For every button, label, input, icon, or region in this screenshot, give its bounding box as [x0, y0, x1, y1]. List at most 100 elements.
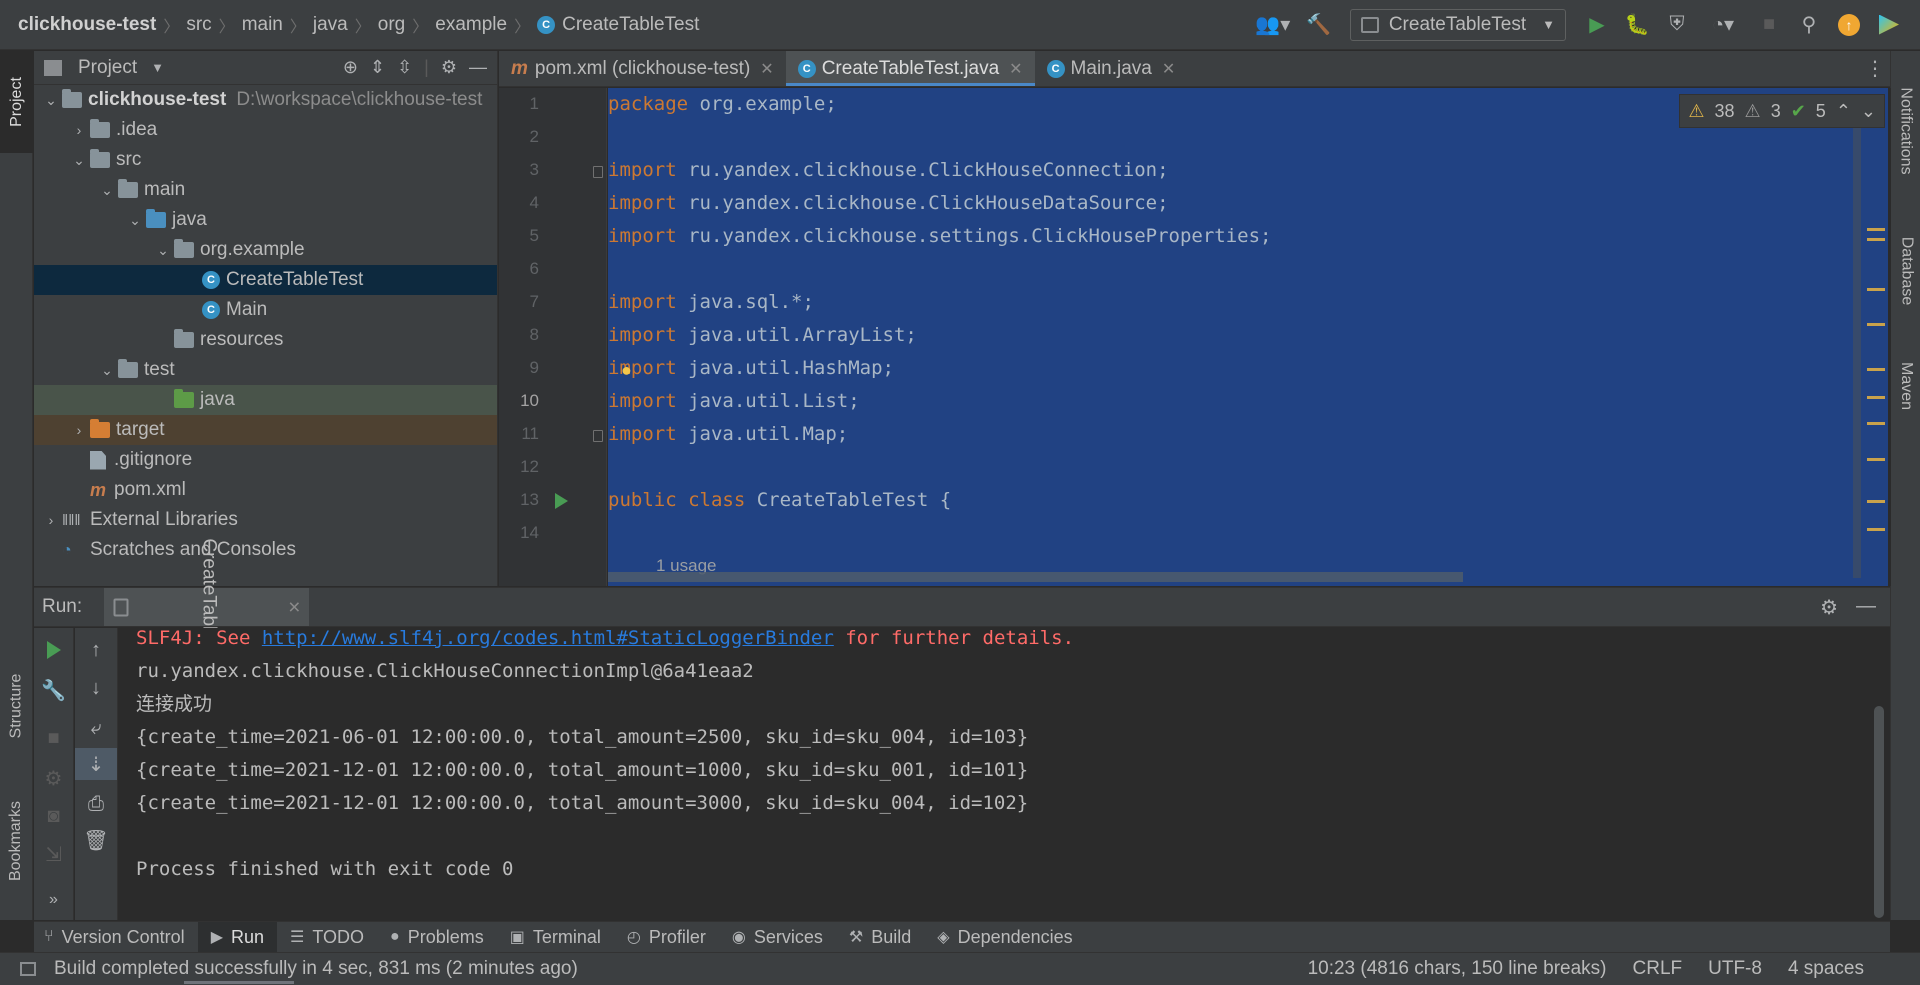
chevron-down-icon[interactable]: ⌄ [68, 152, 90, 169]
run-gutter-icon[interactable] [555, 493, 568, 509]
stop-icon[interactable]: ■ [1752, 8, 1786, 42]
tree-item-java-test[interactable]: java [34, 385, 497, 415]
run-icon[interactable]: ▶ [1580, 8, 1614, 42]
tree-item-createtabletest[interactable]: C CreateTableTest [34, 265, 497, 295]
fold-icon[interactable] [593, 166, 603, 178]
tool-window-database-tab[interactable]: Database [1891, 216, 1920, 326]
chevron-right-icon[interactable]: › [68, 422, 90, 438]
tool-windows-toggle-icon[interactable] [20, 962, 36, 976]
horizontal-scrollbar[interactable] [608, 572, 1463, 582]
tree-item-scratches[interactable]: ◔ Scratches and Consoles [34, 535, 497, 565]
tree-item-target[interactable]: › target [34, 415, 497, 445]
profile-icon[interactable]: ◔▾ [1700, 8, 1746, 42]
hide-icon[interactable]: — [1856, 595, 1876, 620]
expand-all-icon[interactable]: ⇕ [370, 57, 385, 78]
chevron-down-icon[interactable]: ⌄ [124, 212, 146, 229]
vcs-user-icon[interactable]: 👥▾ [1250, 8, 1296, 42]
debug-settings-icon[interactable]: ⚙ [34, 762, 73, 794]
tool-tab-problems[interactable]: ● Problems [377, 922, 497, 952]
chevron-down-icon[interactable]: ⌄ [96, 362, 118, 379]
breadcrumb-item-class[interactable]: C CreateTableTest [537, 14, 699, 36]
chevron-down-icon[interactable]: ⌄ [40, 92, 62, 109]
stripe-mark[interactable] [1867, 238, 1885, 241]
stripe-mark[interactable] [1867, 368, 1885, 371]
close-icon[interactable]: ✕ [1009, 59, 1022, 79]
debug-icon[interactable]: 🐛 [1620, 8, 1654, 42]
tool-window-notifications-tab[interactable]: Notifications [1891, 61, 1920, 201]
camera-icon[interactable]: ◙ [34, 800, 73, 832]
error-stripe[interactable] [1861, 128, 1891, 578]
exit-icon[interactable]: ⇲ [34, 838, 73, 870]
arrow-up-icon[interactable]: ↑ [75, 634, 117, 666]
stripe-mark[interactable] [1867, 323, 1885, 326]
run-configuration-select[interactable]: CreateTableTest ▼ [1349, 8, 1566, 41]
rerun-icon[interactable] [34, 634, 73, 666]
build-hammer-icon[interactable]: 🔨 [1302, 8, 1336, 42]
status-message[interactable]: Build completed successfully in 4 sec, 8… [54, 958, 578, 980]
tree-item-pom[interactable]: m pom.xml [34, 475, 497, 505]
editor-tab-main[interactable]: C Main.java ✕ [1035, 51, 1188, 86]
close-icon[interactable]: ✕ [284, 600, 304, 613]
project-panel-title[interactable]: Project [78, 57, 137, 79]
tree-item-idea[interactable]: › .idea [34, 115, 497, 145]
tree-item-external-libraries[interactable]: › ‖‖‖ External Libraries [34, 505, 497, 535]
stripe-mark[interactable] [1867, 228, 1885, 231]
breadcrumb-item[interactable]: org [378, 14, 405, 36]
tree-item-org-example[interactable]: ⌄ org.example [34, 235, 497, 265]
code-editor[interactable]: package org.example; import ru.yandex.cl… [608, 88, 1891, 586]
chevron-right-icon[interactable]: › [40, 512, 62, 528]
tool-tab-run[interactable]: ▶ Run [197, 922, 278, 952]
caret-position[interactable]: 10:23 (4816 chars, 150 line breaks) [1308, 958, 1607, 980]
tree-item-main-class[interactable]: C Main [34, 295, 497, 325]
coverage-icon[interactable]: ⛨ [1660, 8, 1694, 42]
locate-icon[interactable]: ⊕ [343, 57, 358, 78]
editor-tab-createtabletest[interactable]: C CreateTableTest.java ✕ [785, 51, 1035, 86]
tree-item-main[interactable]: ⌄ main [34, 175, 497, 205]
indent-setting[interactable]: 4 spaces [1788, 958, 1864, 980]
stripe-mark[interactable] [1867, 288, 1885, 291]
breadcrumb-item[interactable]: clickhouse-test [18, 14, 156, 36]
close-icon[interactable]: ✕ [760, 59, 773, 79]
tool-tab-build[interactable]: ⚒ Build [836, 922, 924, 952]
more-options-icon[interactable]: ⋮ [1860, 51, 1890, 86]
tool-tab-dependencies[interactable]: ◈ Dependencies [924, 922, 1085, 952]
console-link[interactable]: http://www.slf4j.org/codes.html#StaticLo… [262, 628, 834, 649]
vertical-scrollbar[interactable] [1853, 128, 1861, 578]
stripe-mark[interactable] [1867, 500, 1885, 503]
run-tab[interactable]: CreateTableTest ✕ [104, 538, 309, 676]
tool-tab-terminal[interactable]: ▣ Terminal [497, 922, 614, 952]
tool-window-maven-tab[interactable]: Maven [1891, 346, 1920, 426]
fold-icon[interactable] [593, 430, 603, 442]
tool-tab-profiler[interactable]: ◴ Profiler [614, 922, 719, 952]
console-scrollbar[interactable] [1874, 706, 1884, 918]
breadcrumb-item[interactable]: example [435, 14, 507, 36]
gear-icon[interactable]: ⚙ [1820, 595, 1838, 620]
chevron-down-icon[interactable]: ▼ [151, 60, 164, 75]
console-output[interactable]: SLF4J: See http://www.slf4j.org/codes.ht… [119, 628, 1890, 920]
trash-icon[interactable]: 🗑 [75, 824, 117, 856]
chevron-up-icon[interactable]: ⌃ [1836, 101, 1851, 122]
stripe-mark[interactable] [1867, 396, 1885, 399]
search-icon[interactable]: ⚲ [1792, 8, 1826, 42]
tree-item-java-main[interactable]: ⌄ java [34, 205, 497, 235]
tree-item-project-root[interactable]: ⌄ clickhouse-test D:\workspace\clickhous… [34, 85, 497, 115]
stripe-mark[interactable] [1867, 458, 1885, 461]
tool-tab-services[interactable]: ◉ Services [719, 922, 836, 952]
inspections-widget[interactable]: ⚠ 38 ⚠ 3 ✔ 5 ⌃ ⌄ [1679, 94, 1885, 128]
gear-icon[interactable]: ⚙ [441, 57, 457, 78]
line-separator[interactable]: CRLF [1633, 958, 1683, 980]
lightbulb-icon[interactable]: ● [621, 360, 632, 381]
tool-window-project-tab[interactable]: Project [0, 51, 33, 153]
more-icon[interactable]: » [34, 884, 73, 916]
scroll-to-end-icon[interactable]: ⇣ [75, 748, 117, 780]
close-icon[interactable]: ✕ [1162, 59, 1175, 79]
editor-tab-pom[interactable]: m pom.xml (clickhouse-test) ✕ [499, 51, 786, 86]
print-icon[interactable]: ⎙ [75, 788, 117, 820]
chevron-down-icon[interactable]: ⌄ [96, 182, 118, 199]
tree-item-gitignore[interactable]: .gitignore [34, 445, 497, 475]
stripe-mark[interactable] [1867, 528, 1885, 531]
ide-logo-icon[interactable] [1872, 8, 1906, 42]
tree-item-resources[interactable]: resources [34, 325, 497, 355]
tool-window-bookmarks-tab[interactable]: Bookmarks [0, 781, 33, 901]
collapse-all-icon[interactable]: ⇳ [397, 57, 412, 78]
